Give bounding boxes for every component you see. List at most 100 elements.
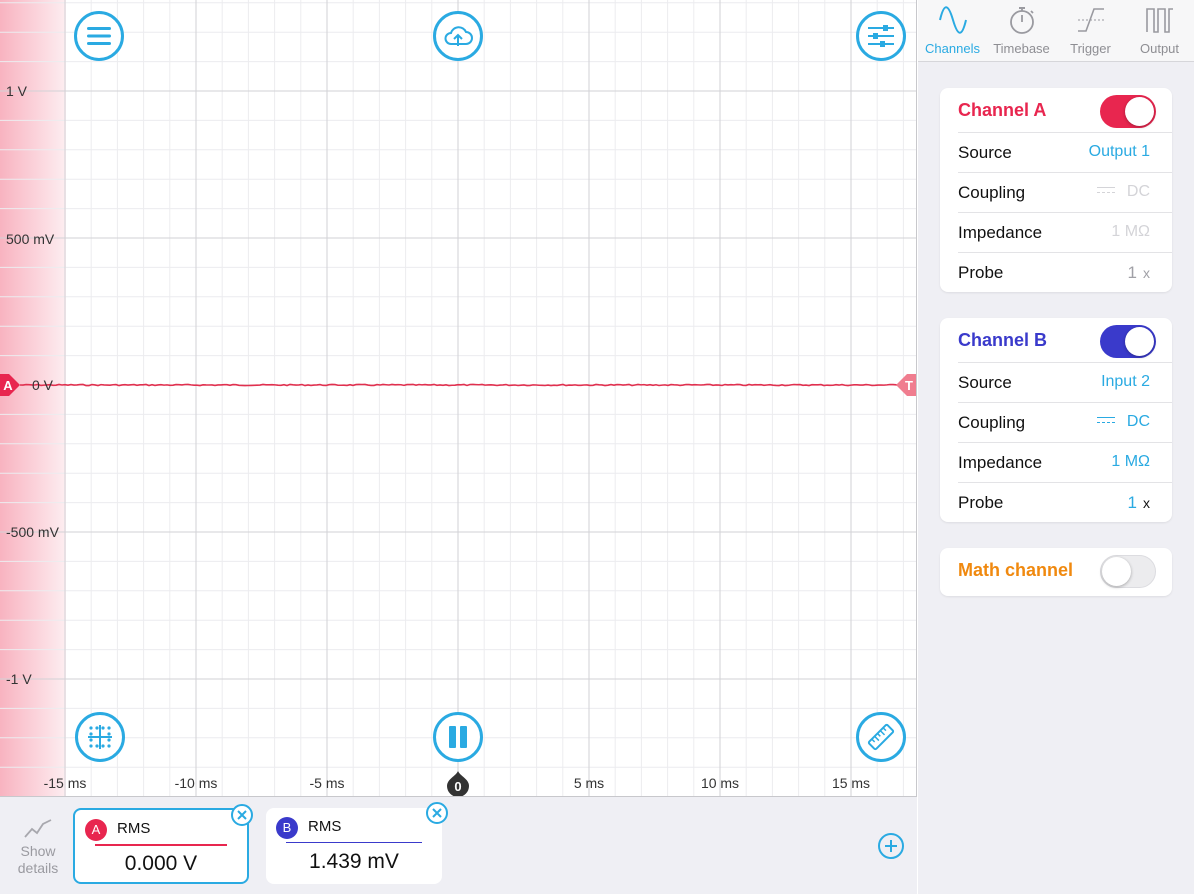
settings-button[interactable] bbox=[856, 11, 906, 61]
scope-grid bbox=[0, 0, 916, 796]
voltage-label: 1 V bbox=[6, 83, 28, 99]
scope-display[interactable]: 1 V 500 mV 0 V -500 mV -1 V -15 ms -10 m… bbox=[0, 0, 917, 797]
channel-a-title: Channel A bbox=[958, 100, 1047, 120]
tab-label: Trigger bbox=[1070, 41, 1111, 56]
channel-a-probe-value: 1 bbox=[1127, 263, 1137, 282]
row-label: Probe bbox=[958, 263, 1004, 282]
upload-button[interactable] bbox=[433, 11, 483, 61]
row-label: Coupling bbox=[958, 413, 1026, 432]
channel-b-source-value: Input 2 bbox=[1101, 373, 1150, 390]
time-zero-marker[interactable]: 0 bbox=[446, 770, 470, 796]
tab-timebase[interactable]: Timebase bbox=[987, 0, 1056, 62]
app-root: 1 V 500 mV 0 V -500 mV -1 V -15 ms -10 m… bbox=[0, 0, 1194, 894]
channel-b-card: Channel B Source Input 2 Coupling DC Imp… bbox=[940, 318, 1172, 522]
channel-a-impedance-value: 1 MΩ bbox=[1111, 223, 1150, 240]
show-details-label: Show details bbox=[17, 843, 59, 876]
channel-b-source-row[interactable]: Source Input 2 bbox=[958, 362, 1172, 402]
measurement-underline bbox=[286, 842, 422, 843]
channel-a-header: Channel A bbox=[940, 88, 1172, 132]
channel-a-marker-label: A bbox=[3, 378, 13, 393]
add-measurement-button[interactable] bbox=[878, 833, 904, 859]
math-channel-card: Math channel bbox=[940, 548, 1172, 596]
pause-icon bbox=[449, 726, 467, 748]
channel-b-header: Channel B bbox=[940, 318, 1172, 362]
sine-wave-icon bbox=[938, 6, 967, 34]
probe-unit: x bbox=[1143, 495, 1150, 511]
dc-coupling-icon bbox=[1096, 186, 1115, 196]
time-label: 15 ms bbox=[831, 775, 871, 791]
menu-button[interactable] bbox=[74, 11, 124, 61]
channel-b-title: Channel B bbox=[958, 330, 1048, 350]
channel-b-coupling-value: DC bbox=[1126, 413, 1150, 430]
measurement-underline bbox=[95, 844, 227, 846]
channel-a-toggle[interactable] bbox=[1100, 95, 1156, 128]
voltage-label: 0 V bbox=[32, 377, 54, 393]
time-label: 10 ms bbox=[700, 775, 740, 791]
tab-label: Channels bbox=[925, 41, 980, 56]
measurement-bar: Show details A RMS 0.000 V B RMS 1.439 m… bbox=[0, 797, 917, 894]
channel-b-probe-value: 1 bbox=[1127, 493, 1137, 512]
trigger-edge-icon bbox=[1077, 8, 1104, 32]
channel-a-card: Channel A Source Output 1 Coupling DC Im… bbox=[940, 88, 1172, 292]
pause-button[interactable] bbox=[433, 712, 483, 762]
time-zero-marker-shape: 0 bbox=[447, 771, 469, 796]
toggle-knob bbox=[1125, 327, 1154, 356]
tab-trigger[interactable]: Trigger bbox=[1056, 0, 1125, 62]
measure-button[interactable] bbox=[856, 712, 906, 762]
channel-b-probe-row[interactable]: Probe 1x bbox=[958, 482, 1172, 522]
time-label: -5 ms bbox=[309, 775, 345, 791]
channel-b-badge: B bbox=[276, 817, 298, 839]
remove-measurement-button[interactable] bbox=[231, 804, 253, 826]
measurement-value: 1.439 mV bbox=[309, 850, 399, 873]
channel-a-impedance-row: Impedance 1 MΩ bbox=[958, 212, 1172, 252]
time-zero-label: 0 bbox=[454, 779, 461, 794]
stopwatch-icon bbox=[1009, 7, 1034, 34]
channel-b-coupling-row[interactable]: Coupling DC bbox=[958, 402, 1172, 442]
time-label: 5 ms bbox=[573, 775, 605, 791]
channel-a-probe-value-wrap: 1x bbox=[1128, 263, 1150, 283]
channel-b-toggle[interactable] bbox=[1100, 325, 1156, 358]
channel-b-probe-value-wrap: 1x bbox=[1128, 493, 1150, 513]
row-label: Probe bbox=[958, 493, 1004, 512]
measurement-card-a[interactable]: A RMS 0.000 V bbox=[73, 804, 253, 884]
grid-icon bbox=[88, 725, 112, 749]
toggle-knob bbox=[1125, 97, 1154, 126]
menu-icon bbox=[87, 27, 111, 45]
tab-output[interactable]: Output bbox=[1125, 0, 1194, 62]
tab-channels[interactable]: Channels bbox=[918, 0, 987, 62]
close-icon bbox=[432, 808, 442, 818]
channel-a-coupling-value: DC bbox=[1126, 183, 1150, 200]
measurement-value: 0.000 V bbox=[124, 852, 198, 875]
channel-a-coupling-row: Coupling DC bbox=[958, 172, 1172, 212]
row-label: Source bbox=[958, 373, 1012, 392]
measurement-name: RMS bbox=[117, 820, 151, 837]
grid-button[interactable] bbox=[75, 712, 125, 762]
math-channel-title: Math channel bbox=[958, 560, 1074, 580]
math-channel-toggle[interactable] bbox=[1100, 555, 1156, 588]
show-details-button[interactable]: Show details bbox=[10, 817, 66, 877]
trigger-marker[interactable]: T bbox=[896, 374, 916, 396]
time-label: -15 ms bbox=[43, 775, 87, 791]
math-channel-header: Math channel bbox=[940, 548, 1172, 592]
channel-b-coupling-value-wrap: DC bbox=[1096, 413, 1150, 431]
channel-a-source-row[interactable]: Source Output 1 bbox=[958, 132, 1172, 172]
settings-panel: Channels Timebase Trigger Output Channel… bbox=[918, 0, 1194, 894]
row-label: Impedance bbox=[958, 223, 1043, 242]
sliders-icon bbox=[868, 25, 894, 47]
close-icon bbox=[237, 810, 247, 820]
cloud-upload-icon bbox=[444, 26, 473, 46]
tab-label: Timebase bbox=[993, 41, 1050, 56]
chart-line-icon bbox=[24, 819, 52, 838]
channel-b-impedance-row[interactable]: Impedance 1 MΩ bbox=[958, 442, 1172, 482]
voltage-label: 500 mV bbox=[6, 231, 55, 247]
remove-measurement-button[interactable] bbox=[426, 802, 448, 824]
measurement-card-b[interactable]: B RMS 1.439 mV bbox=[266, 802, 448, 884]
voltage-label: -1 V bbox=[6, 671, 32, 687]
channel-a-marker[interactable]: A bbox=[0, 374, 20, 396]
channel-b-impedance-value: 1 MΩ bbox=[1111, 453, 1150, 470]
channel-a-coupling-value-wrap: DC bbox=[1096, 183, 1150, 201]
toggle-knob bbox=[1102, 557, 1131, 586]
probe-unit: x bbox=[1143, 265, 1150, 281]
channel-a-source-value: Output 1 bbox=[1088, 143, 1150, 160]
ruler-icon bbox=[867, 723, 895, 751]
